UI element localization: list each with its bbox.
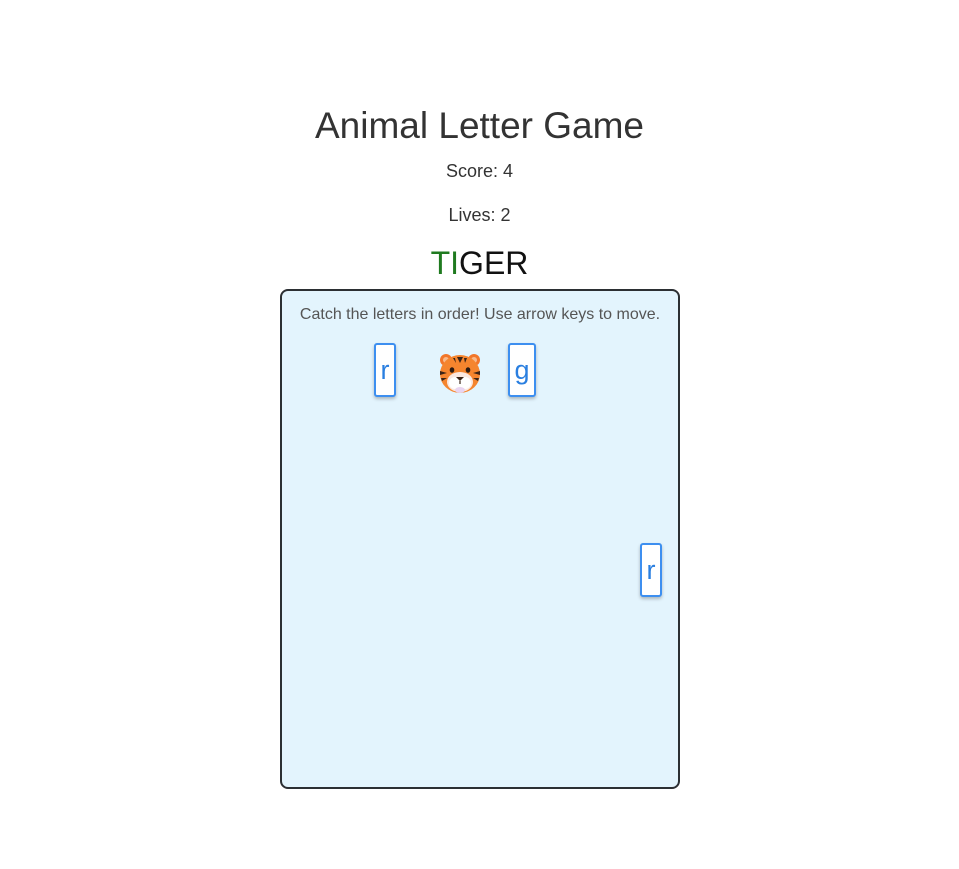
caught-letters: TI: [430, 245, 460, 281]
remaining-letters: GER: [459, 245, 529, 281]
game-page: Animal Letter Game Score: 4 Lives: 2 TIG…: [0, 0, 959, 869]
game-field[interactable]: Catch the letters in order! Use arrow ke…: [280, 289, 680, 789]
falling-letter: r: [640, 543, 662, 597]
lives-display: Lives: 2: [448, 205, 511, 225]
falling-letter: g: [508, 343, 536, 397]
game-title: Animal Letter Game: [314, 105, 645, 146]
tiger-face-icon[interactable]: [437, 351, 483, 397]
target-word: TIGER: [0, 244, 959, 282]
game-instructions: Catch the letters in order! Use arrow ke…: [299, 306, 661, 323]
score-display: Score: 4: [445, 161, 514, 181]
tiger-face-icon-graphic: [440, 354, 480, 393]
falling-letter: r: [374, 343, 396, 397]
